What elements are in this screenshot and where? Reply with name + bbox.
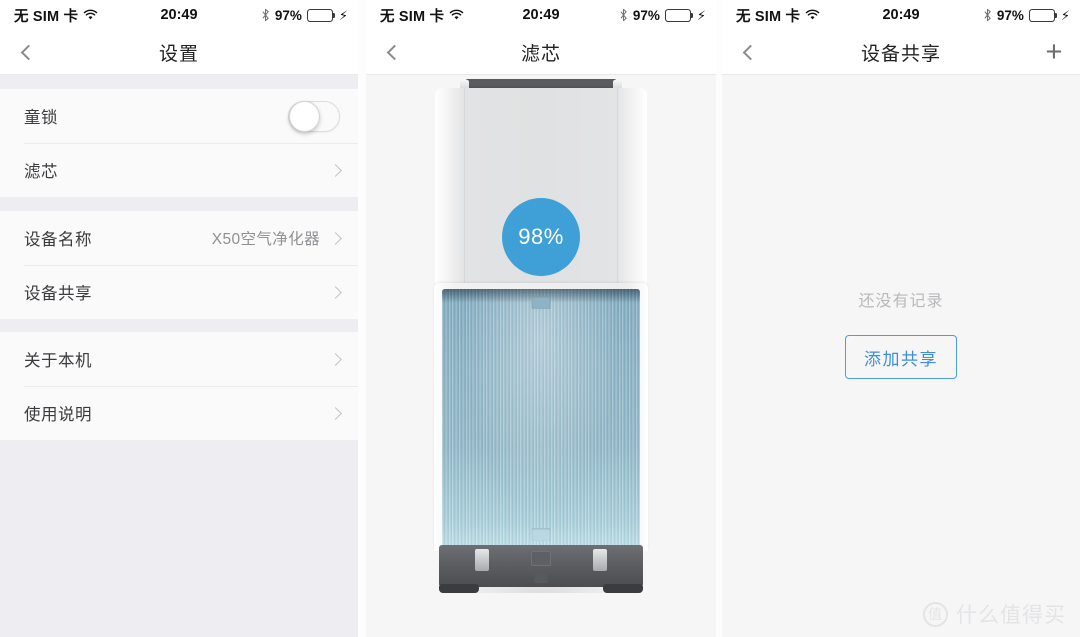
device-share-body: 还没有记录 添加共享 [722,75,1080,637]
settings-row-label: 设备名称 [24,231,92,249]
battery-percent-label: 97% [632,7,660,23]
status-bar-right: 97% ⚡ [619,8,706,23]
filter-highlight [442,289,640,551]
base-center-square [531,551,551,566]
chevron-right-icon [329,231,342,245]
settings-row-label: 滤芯 [24,163,58,181]
chevron-left-icon [20,44,36,61]
nav-bar-filter: 滤芯 [366,30,716,75]
battery-percent-label: 97% [996,7,1024,23]
page-title: 设备共享 [860,43,941,65]
lightning-bolt-icon: ⚡ [1060,7,1070,23]
chevron-right-icon [329,163,342,177]
status-bar: 无 SIM 卡 20:49 97% ⚡ [722,0,1080,30]
air-purifier-illustration: LASER PARTICLE SENSOR [431,79,651,601]
settings-row-label: 关于本机 [24,352,92,370]
page-title: 滤芯 [520,43,561,65]
back-button[interactable] [722,30,774,75]
watermark-text: 什么值得买 [956,604,1066,627]
phone-screen-settings: 无 SIM 卡 20:49 97% ⚡ 设置 童锁 滤芯 设备名称 X50空气净… [0,0,358,637]
base-slot-left [475,549,489,571]
filter-cartridge [442,289,640,551]
phone-screen-filter: 无 SIM 卡 20:49 97% ⚡ 滤芯 98% [366,0,716,637]
purifier-foot-right [603,584,643,593]
phone-screen-device-share: 无 SIM 卡 20:49 97% ⚡ 设备共享 + 还没有记录 添加共享 [722,0,1080,637]
purifier-foot-left [439,584,479,593]
battery-icon [1028,8,1058,22]
settings-row-filter[interactable]: 滤芯 [0,143,358,197]
page-title: 设置 [158,43,199,65]
filter-handle-top [531,296,551,309]
base-slot-right [593,549,607,571]
battery-percent-label: 97% [274,7,302,23]
filter-window-frame [434,283,648,551]
nav-bar-device-share: 设备共享 + [722,30,1080,75]
list-section-gap [0,197,358,211]
settings-row-control [329,163,342,177]
chevron-right-icon [329,352,342,366]
bluetooth-icon [984,8,991,22]
battery-icon [664,8,694,22]
filter-remaining-badge: 98% [502,198,580,276]
settings-row-about[interactable]: 关于本机 [0,332,358,386]
status-bar-right: 97% ⚡ [261,8,348,23]
purifier-base [439,545,643,587]
bluetooth-icon [620,8,627,22]
plus-icon: + [1045,36,1063,68]
settings-row-device-name[interactable]: 设备名称 X50空气净化器 [0,211,358,265]
lightning-bolt-icon: ⚡ [338,7,348,23]
watermark-logo-icon: 值 [923,601,948,627]
settings-row-control [288,100,340,132]
watermark: 值 什么值得买 [923,599,1066,629]
settings-row-control [329,406,342,420]
filter-detail-body: LASER PARTICLE SENSOR [366,75,716,637]
screenshot-root: 无 SIM 卡 20:49 97% ⚡ 设置 童锁 滤芯 设备名称 X50空气净… [0,0,1080,637]
chevron-left-icon [386,44,402,61]
settings-row-control: X50空气净化器 [211,227,342,249]
settings-row-control [329,352,342,366]
chevron-right-icon [329,285,342,299]
settings-row-control [329,285,342,299]
settings-row-device-share[interactable]: 设备共享 [0,265,358,319]
chevron-right-icon [329,406,342,420]
nav-bar-settings: 设置 [0,30,358,75]
status-bar: 无 SIM 卡 20:49 97% ⚡ [0,0,358,30]
list-section-gap [0,319,358,332]
filter-handle-bottom [531,528,551,541]
add-share-button[interactable]: 添加共享 [845,335,957,379]
chevron-left-icon [742,44,758,61]
settings-row-label: 使用说明 [24,406,92,424]
status-bar: 无 SIM 卡 20:49 97% ⚡ [366,0,716,30]
device-name-value: X50空气净化器 [211,231,320,248]
battery-icon [306,8,336,22]
status-bar-right: 97% ⚡ [983,8,1070,23]
child-lock-toggle[interactable] [288,100,340,132]
settings-row-label: 童锁 [24,109,58,127]
settings-row-instructions[interactable]: 使用说明 [0,386,358,440]
settings-row-label: 设备共享 [24,285,92,303]
base-logo [534,574,548,583]
settings-list: 童锁 滤芯 设备名称 X50空气净化器 设备共享 关于本机 使用说明 [0,75,358,637]
back-button[interactable] [0,30,52,75]
list-section-gap [0,75,358,89]
back-button[interactable] [366,30,418,75]
lightning-bolt-icon: ⚡ [696,7,706,23]
settings-row-child-lock[interactable]: 童锁 [0,89,358,143]
bluetooth-icon [262,8,269,22]
list-empty-area [0,440,358,637]
add-button[interactable]: + [1028,30,1080,75]
empty-state-label: 还没有记录 [858,293,944,310]
toggle-knob [289,100,320,132]
